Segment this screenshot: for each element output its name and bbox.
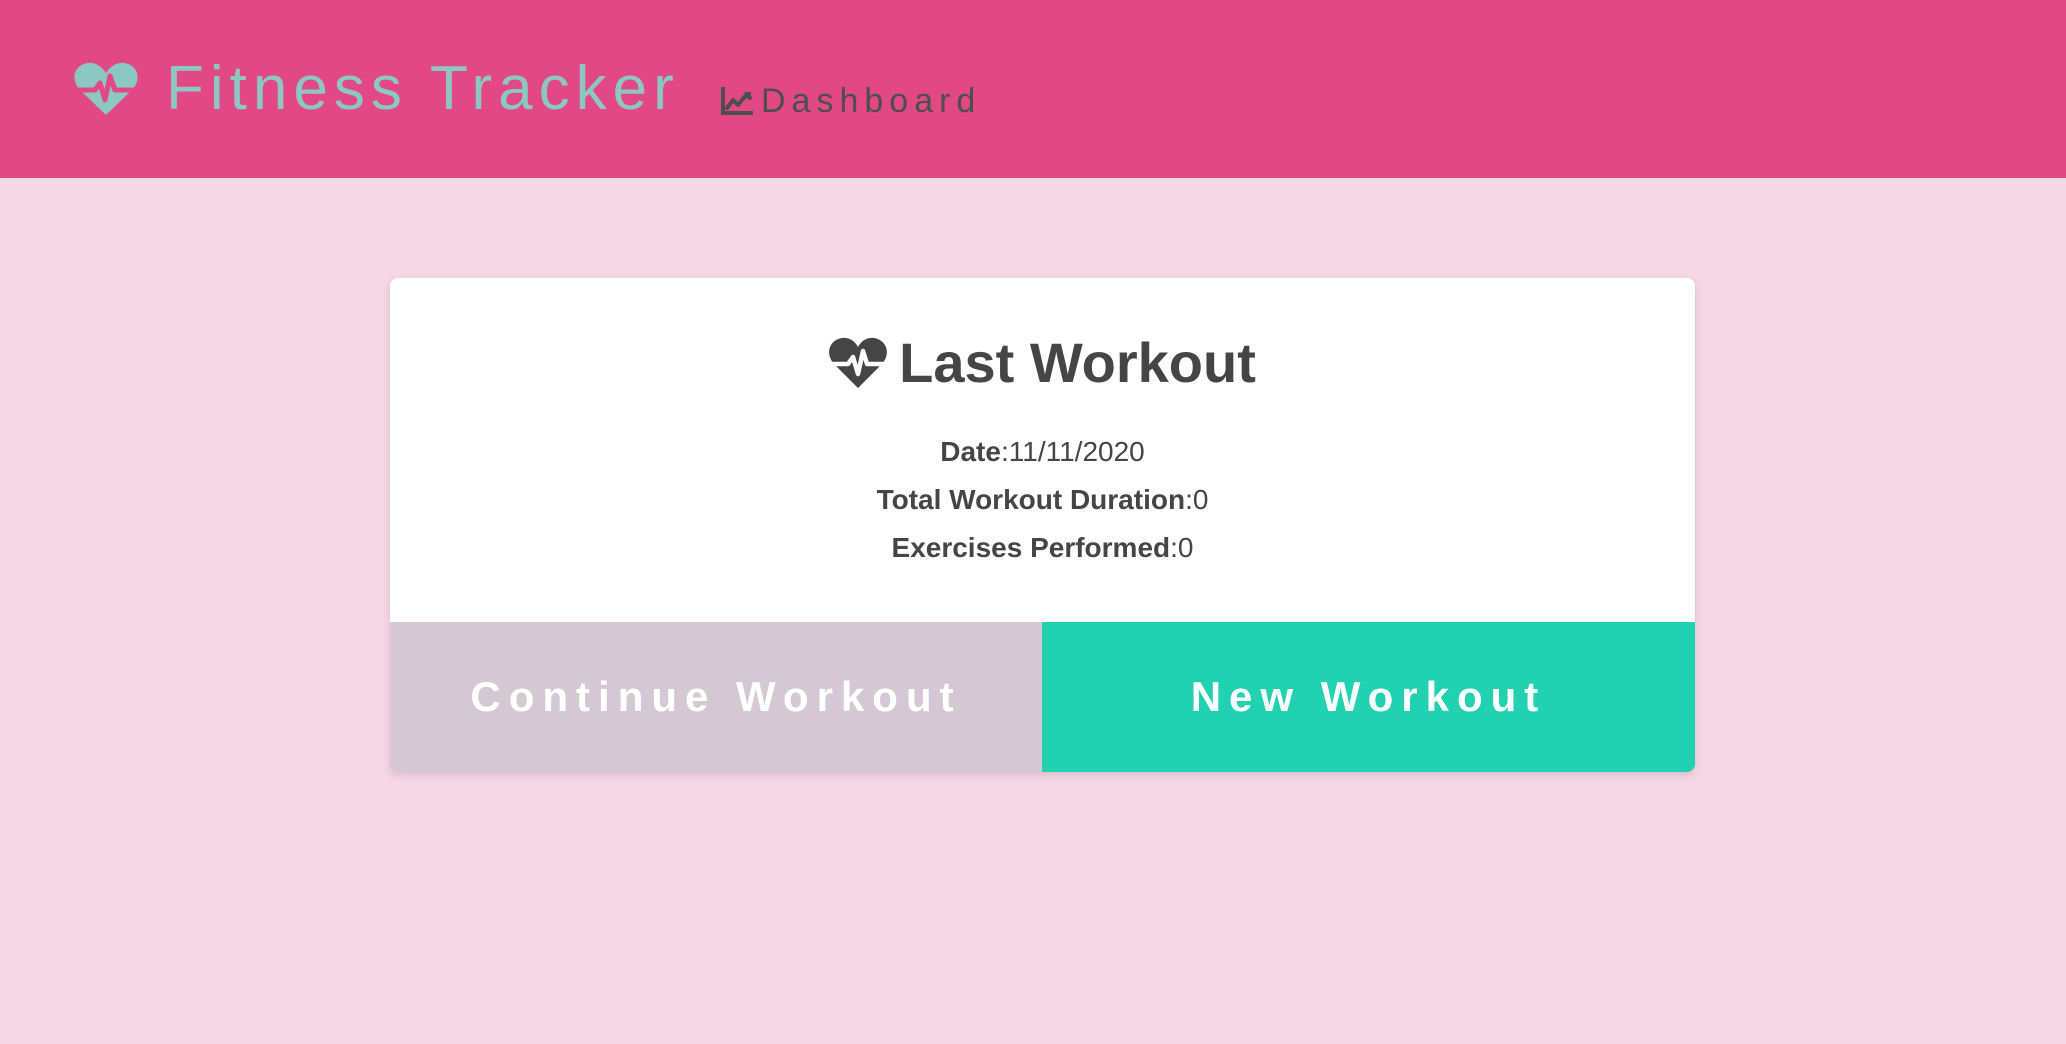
continue-workout-button[interactable]: Continue Workout: [390, 622, 1042, 772]
nav-dashboard-link[interactable]: Dashboard: [720, 78, 981, 124]
card-heading: Last Workout: [390, 332, 1695, 394]
brand-title: Fitness Tracker: [166, 54, 680, 123]
last-workout-card: Last Workout Date: 11/11/2020 Total Work…: [390, 278, 1695, 772]
workout-stats: Date: 11/11/2020 Total Workout Duration:…: [390, 428, 1695, 572]
stat-total-duration-separator: :: [1185, 484, 1193, 515]
stat-date-label: Date: [940, 436, 1001, 467]
stat-exercises-performed: Exercises Performed: 0: [390, 524, 1695, 572]
stat-date-value: 11/11/2020: [1008, 436, 1145, 467]
nav-dashboard-label: Dashboard: [761, 82, 982, 120]
heartbeat-icon: [74, 61, 138, 117]
stat-exercises-performed-value: 0: [1177, 532, 1194, 563]
stat-date-separator: :: [1000, 436, 1009, 467]
brand-link[interactable]: Fitness Tracker: [74, 54, 680, 124]
stat-exercises-performed-separator: :: [1170, 532, 1178, 563]
stat-exercises-performed-label: Exercises Performed: [891, 532, 1171, 563]
new-workout-button[interactable]: New Workout: [1042, 622, 1695, 772]
stat-date: Date: 11/11/2020: [390, 428, 1695, 476]
chart-line-icon: [720, 86, 753, 116]
stat-total-duration: Total Workout Duration: 0: [390, 476, 1695, 524]
heartbeat-icon: [829, 336, 887, 390]
workout-actions: Continue Workout New Workout: [390, 622, 1695, 772]
stat-total-duration-value: 0: [1192, 484, 1209, 515]
card-title: Last Workout: [899, 331, 1256, 394]
stat-total-duration-label: Total Workout Duration: [876, 484, 1186, 515]
top-navbar: Fitness Tracker Dashboard: [0, 0, 2066, 178]
